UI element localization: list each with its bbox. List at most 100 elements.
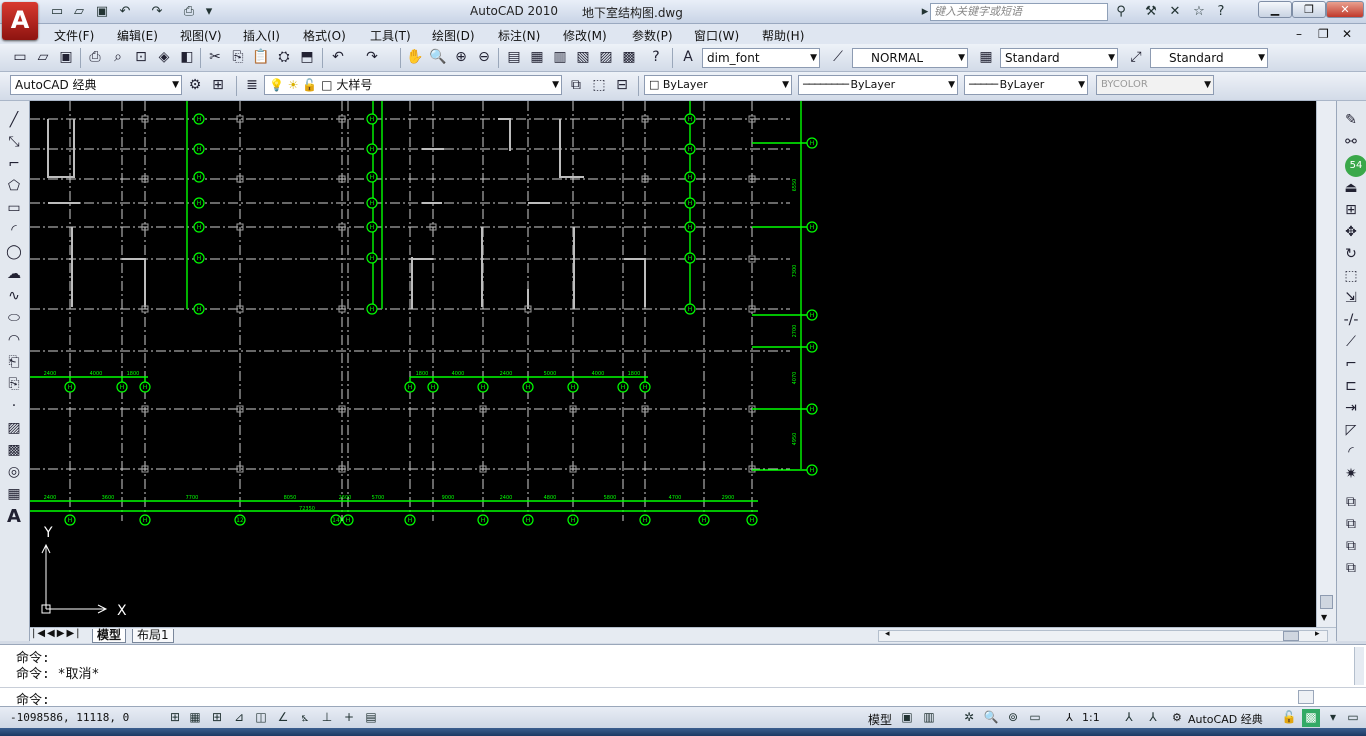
menu-view[interactable]: 视图(V) <box>180 27 222 44</box>
toolbar-lock-icon[interactable]: 🔓 <box>1280 709 1298 727</box>
polyline-icon[interactable]: ⌐ <box>4 155 24 175</box>
menu-help[interactable]: 帮助(H) <box>762 27 804 44</box>
menu-edit[interactable]: 编辑(E) <box>117 27 158 44</box>
object-snap-icon[interactable]: ∠ <box>274 709 292 727</box>
menu-file[interactable]: 文件(F) <box>54 27 94 44</box>
copy-icon[interactable]: ⎘ <box>228 48 248 68</box>
color-select[interactable]: □ ByLayer ▼ <box>644 75 792 95</box>
qnew-icon[interactable]: ▭ <box>10 48 30 68</box>
quick-view-layouts-icon[interactable]: ▣ <box>898 709 916 727</box>
auto-scale-icon[interactable]: ⅄ <box>1144 709 1162 727</box>
menu-insert[interactable]: 插入(I) <box>243 27 280 44</box>
dim-style-icon[interactable]: ⟋ <box>828 48 848 68</box>
ellipse-arc-icon[interactable]: ◠ <box>4 331 24 351</box>
ellipse-icon[interactable]: ⬭ <box>4 309 24 329</box>
pan-icon[interactable]: ✋ <box>405 48 425 68</box>
app-logo[interactable]: A <box>2 2 38 40</box>
join-icon[interactable]: ⇥ <box>1341 399 1361 419</box>
zoom-previous-icon[interactable]: ⊖ <box>474 48 494 68</box>
multileader-style-select[interactable]: Standard ▼ <box>1150 48 1268 68</box>
notification-badge[interactable]: 54 <box>1345 155 1366 177</box>
vertical-scroll-thumb[interactable] <box>1320 595 1333 609</box>
save-icon[interactable]: ▣ <box>93 3 111 21</box>
revcloud-icon[interactable]: ☁ <box>4 265 24 285</box>
customize-qa-icon[interactable]: ▾ <box>200 3 218 21</box>
quick-properties-icon[interactable]: ▤ <box>362 709 380 727</box>
paste-icon[interactable]: 📋 <box>251 48 271 68</box>
rotate-icon[interactable]: ↻ <box>1341 245 1361 265</box>
text-style-select[interactable]: dim_font ▼ <box>702 48 820 68</box>
redo-tool-icon[interactable]: ↷ <box>362 48 382 68</box>
match-properties-icon[interactable]: ⛭ <box>274 48 294 68</box>
sheet-set-icon[interactable]: ▧ <box>573 48 593 68</box>
gradient-icon[interactable]: ▩ <box>4 441 24 461</box>
communication-icon[interactable]: ✕ <box>1166 3 1184 21</box>
copy-object-icon[interactable]: ⚯ <box>1341 133 1361 153</box>
break-icon[interactable]: ⊏ <box>1341 377 1361 397</box>
workspace-manager-icon[interactable]: ⊞ <box>208 76 228 96</box>
3d-print-icon[interactable]: ◧ <box>177 48 197 68</box>
redo-icon[interactable]: ↷ <box>148 3 166 21</box>
zoom-status-icon[interactable]: 🔍 <box>982 709 1000 727</box>
block-editor-icon[interactable]: ⬒ <box>297 48 317 68</box>
status-menu-icon[interactable]: ▾ <box>1324 709 1342 727</box>
3d-dwf-icon[interactable]: ◈ <box>154 48 174 68</box>
menu-draw[interactable]: 绘图(D) <box>432 27 475 44</box>
infer-constraints-icon[interactable]: ⊞ <box>166 709 184 727</box>
subscription-icon[interactable]: ⚒ <box>1142 3 1160 21</box>
quick-view-drawings-icon[interactable]: ▥ <box>920 709 938 727</box>
osnap-tracking-icon[interactable]: ⦩ <box>296 709 314 727</box>
break-at-point-icon[interactable]: ⌐ <box>1341 355 1361 375</box>
point-icon[interactable]: · <box>4 397 24 417</box>
doc-minimize-icon[interactable]: – <box>1296 27 1302 41</box>
rectangle-icon[interactable]: ▭ <box>4 199 24 219</box>
maximize-button[interactable]: ❐ <box>1292 1 1326 18</box>
chamfer-icon[interactable]: ◸ <box>1341 421 1361 441</box>
cut-icon[interactable]: ✂ <box>205 48 225 68</box>
text-style-icon[interactable]: A <box>678 48 698 68</box>
steeringwheel-icon[interactable]: ✲ <box>960 709 978 727</box>
hardware-acceleration-icon[interactable]: ▩ <box>1302 709 1320 727</box>
draworder-above-icon[interactable]: ⧉ <box>1341 537 1361 557</box>
dynamic-input-icon[interactable]: + <box>340 709 358 727</box>
publish-icon[interactable]: ⊡ <box>131 48 151 68</box>
annotation-scale[interactable]: 1:1 <box>1082 711 1100 724</box>
drawing-canvas[interactable]: H H H H H H H H H H H H H H H H H H H H H H H H H H H H H 12 14 H H H H H H H… <box>30 101 1316 627</box>
open-icon[interactable]: ▱ <box>70 3 88 21</box>
showmotion-icon[interactable]: ▭ <box>1026 709 1044 727</box>
spline-icon[interactable]: ∿ <box>4 287 24 307</box>
linetype-select[interactable]: ──────── ByLayer ▼ <box>798 75 958 95</box>
command-scrollbar[interactable] <box>1354 647 1364 685</box>
undo-tool-icon[interactable]: ↶ <box>328 48 348 68</box>
zoom-window-icon[interactable]: ⊕ <box>451 48 471 68</box>
help-icon[interactable]: ? <box>1212 3 1230 21</box>
menu-modify[interactable]: 修改(M) <box>563 27 607 44</box>
annotation-visibility-icon[interactable]: ⅄ <box>1120 709 1138 727</box>
minimize-button[interactable]: ▁ <box>1258 1 1292 18</box>
scroll-right-icon[interactable]: ▸ <box>1315 629 1320 639</box>
clean-screen-icon[interactable]: ▭ <box>1344 709 1362 727</box>
workspace-switch[interactable]: AutoCAD 经典 <box>1188 711 1263 727</box>
move-icon[interactable]: ✥ <box>1341 223 1361 243</box>
doc-close-icon[interactable]: ✕ <box>1342 27 1352 41</box>
favorites-icon[interactable]: ☆ <box>1190 3 1208 21</box>
plot-icon[interactable]: ⎙ <box>180 3 198 21</box>
dim-style-select[interactable]: NORMAL ▼ <box>852 48 968 68</box>
vertical-scrollbar[interactable]: ▼ <box>1316 101 1336 627</box>
arc-icon[interactable]: ◜ <box>4 221 24 241</box>
table-icon[interactable]: ▦ <box>4 485 24 505</box>
scroll-left-icon[interactable]: ◂ <box>885 629 890 639</box>
make-block-icon[interactable]: ⎘ <box>4 375 24 395</box>
table-style-select[interactable]: Standard ▼ <box>1000 48 1118 68</box>
layer-select[interactable]: 💡 ☀ 🔓 □ 大样号 ▼ <box>264 75 562 95</box>
grid-display-icon[interactable]: ⊞ <box>208 709 226 727</box>
command-input[interactable]: 命令: <box>0 687 1366 708</box>
array-icon[interactable]: ⊞ <box>1341 201 1361 221</box>
multileader-style-icon[interactable]: ⤢ <box>1126 48 1146 68</box>
table-style-icon[interactable]: ▦ <box>976 48 996 68</box>
snap-mode-icon[interactable]: ▦ <box>186 709 204 727</box>
annotation-scale-icon[interactable]: ⅄ <box>1066 711 1073 724</box>
trim-icon[interactable]: -/- <box>1341 311 1361 331</box>
make-current-layer-icon[interactable]: ⧉ <box>566 76 586 96</box>
workspace-settings-icon[interactable]: ⚙ <box>185 76 205 96</box>
